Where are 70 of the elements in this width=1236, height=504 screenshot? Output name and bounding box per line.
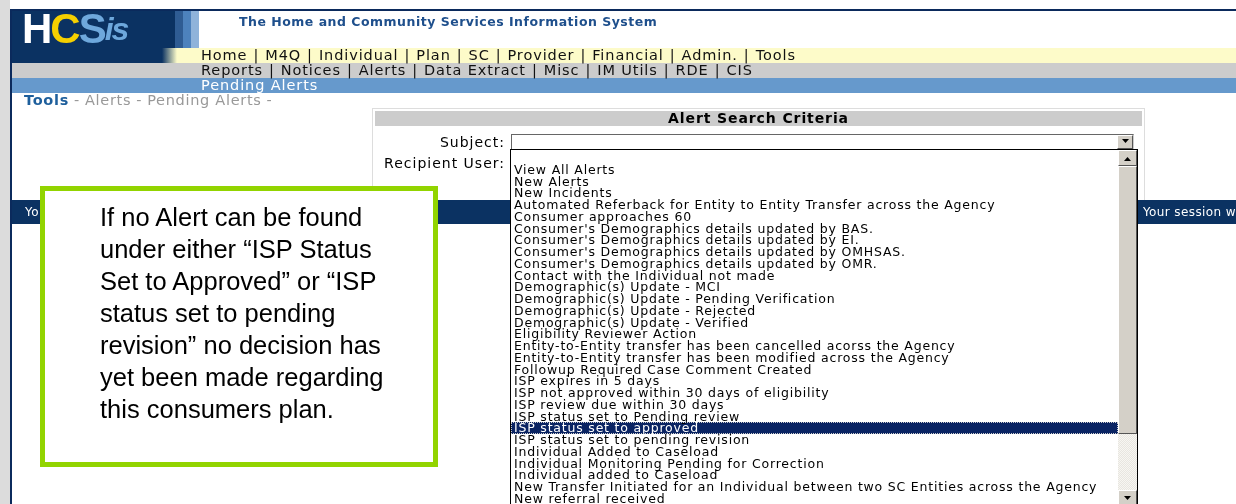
menu-separator: |	[743, 48, 750, 63]
menu-separator: |	[404, 48, 411, 63]
stripe-drawing	[175, 11, 199, 48]
dropdown-option[interactable]: Individual Monitoring Pending for Correction	[511, 457, 1118, 470]
hcsis-logo: HCSis	[12, 11, 175, 48]
scroll-down-icon[interactable]	[1118, 490, 1137, 504]
breadcrumb-separator: -	[136, 93, 143, 108]
menu-link[interactable]: Tools	[755, 48, 796, 63]
panel-header: Alert Search Criteria	[375, 111, 1142, 126]
menu-link[interactable]: IM Utils	[597, 63, 658, 78]
menu-separator: |	[669, 48, 676, 63]
session-text: Yo	[25, 205, 39, 219]
menu-link[interactable]: CIS	[726, 63, 753, 78]
menu-link[interactable]: Notices	[280, 63, 341, 78]
dropdown-option[interactable]: ISP not approved within 30 days of eligibility	[511, 387, 1118, 399]
dropdown-option[interactable]: Consumer's Demographics details updated by OMHSAS.	[511, 246, 1118, 258]
menu-separator: |	[580, 48, 587, 63]
dropdown-option[interactable]: Entity-to-Entity transfer has been cancelled acorss the Agency	[511, 340, 1118, 352]
dropdown-option[interactable]: Demographic(s) Update - Pending Verification	[511, 293, 1118, 305]
menu-link[interactable]: RDE	[675, 63, 709, 78]
dropdown-option[interactable]: Automated Referback for Entity to Entity Transfer across the Agency	[511, 199, 1118, 211]
menu-link[interactable]: Data Extract	[424, 63, 526, 78]
breadcrumb-separator: -	[74, 93, 80, 108]
dropdown-option[interactable]: ISP status set to Pending review	[511, 410, 1118, 423]
subject-label: Subject:	[438, 133, 506, 150]
scroll-thumb[interactable]	[1118, 166, 1137, 434]
recipient-label: Recipient User:	[383, 154, 506, 171]
dropdown-option[interactable]: Eligibility Reviewer Action	[511, 328, 1118, 340]
dropdown-option[interactable]: View All Alerts	[511, 163, 1118, 176]
menu-separator: |	[585, 63, 592, 78]
scroll-up-icon[interactable]	[1118, 150, 1137, 166]
scrollbar[interactable]	[1118, 150, 1137, 504]
dropdown-option[interactable]: Consumer's Demographics details updated by OMR.	[511, 257, 1118, 270]
dropdown-option[interactable]: ISP status set to approved	[511, 422, 1118, 434]
menu-separator: |	[307, 48, 313, 63]
menu-link[interactable]: Reports	[201, 63, 263, 78]
menu-separator: |	[663, 63, 670, 78]
menu-separator: |	[253, 48, 260, 63]
menu-separator: |	[456, 48, 463, 63]
system-title: The Home and Community Services Information System	[238, 13, 658, 31]
dropdown-option[interactable]: Demographic(s) Update - Verified	[511, 316, 1118, 329]
menu-link[interactable]: Misc	[543, 63, 580, 78]
menu-link[interactable]: Plan	[416, 48, 451, 63]
menu-link[interactable]: Individual	[318, 48, 399, 63]
dropdown-option[interactable]: New Alerts	[511, 175, 1118, 188]
breadcrumb-separator: -	[266, 93, 273, 108]
menu-separator: |	[412, 63, 418, 78]
subject-select[interactable]	[511, 133, 1134, 150]
menu-separator: |	[495, 48, 502, 63]
callout-text: If no Alert can be found under either “ISP Status Set to Approved” or “ISP status set to pending revision” no decision has yet been made regarding this consumers plan.	[100, 202, 385, 425]
menu-separator: |	[531, 63, 538, 78]
dropdown-option[interactable]: New Transfer Initiated for an Individual between two SC Entities across the Agency	[511, 481, 1118, 493]
breadcrumb-link[interactable]: Tools	[24, 93, 69, 108]
menu-link[interactable]: Provider	[507, 48, 575, 63]
menu-link[interactable]: Alerts	[358, 63, 407, 78]
session-text: Your session w	[1142, 205, 1236, 219]
dropdown-option[interactable]: New Incidents	[511, 187, 1118, 199]
menu-link[interactable]: SC	[468, 48, 490, 63]
dropdown-option[interactable]: Consumer's Demographics details updated by EI.	[511, 234, 1118, 246]
menu-separator: |	[714, 63, 721, 78]
menu-separator: |	[268, 63, 275, 78]
menu-link[interactable]: M4Q	[265, 48, 302, 63]
menu-separator: |	[346, 63, 353, 78]
menu-link[interactable]: Home	[201, 48, 248, 63]
dropdown-option[interactable]: ISP status set to pending revision	[511, 434, 1118, 446]
dropdown-option[interactable]: Demographic(s) Update - Rejected	[511, 304, 1118, 317]
dropdown-option[interactable]: Demographic(s) Update - MCI	[511, 281, 1118, 293]
menu-link[interactable]: Admin.	[681, 48, 738, 63]
dropdown-option[interactable]: ISP expires in 5 days	[511, 375, 1118, 387]
menu-link[interactable]: Financial	[592, 48, 664, 63]
